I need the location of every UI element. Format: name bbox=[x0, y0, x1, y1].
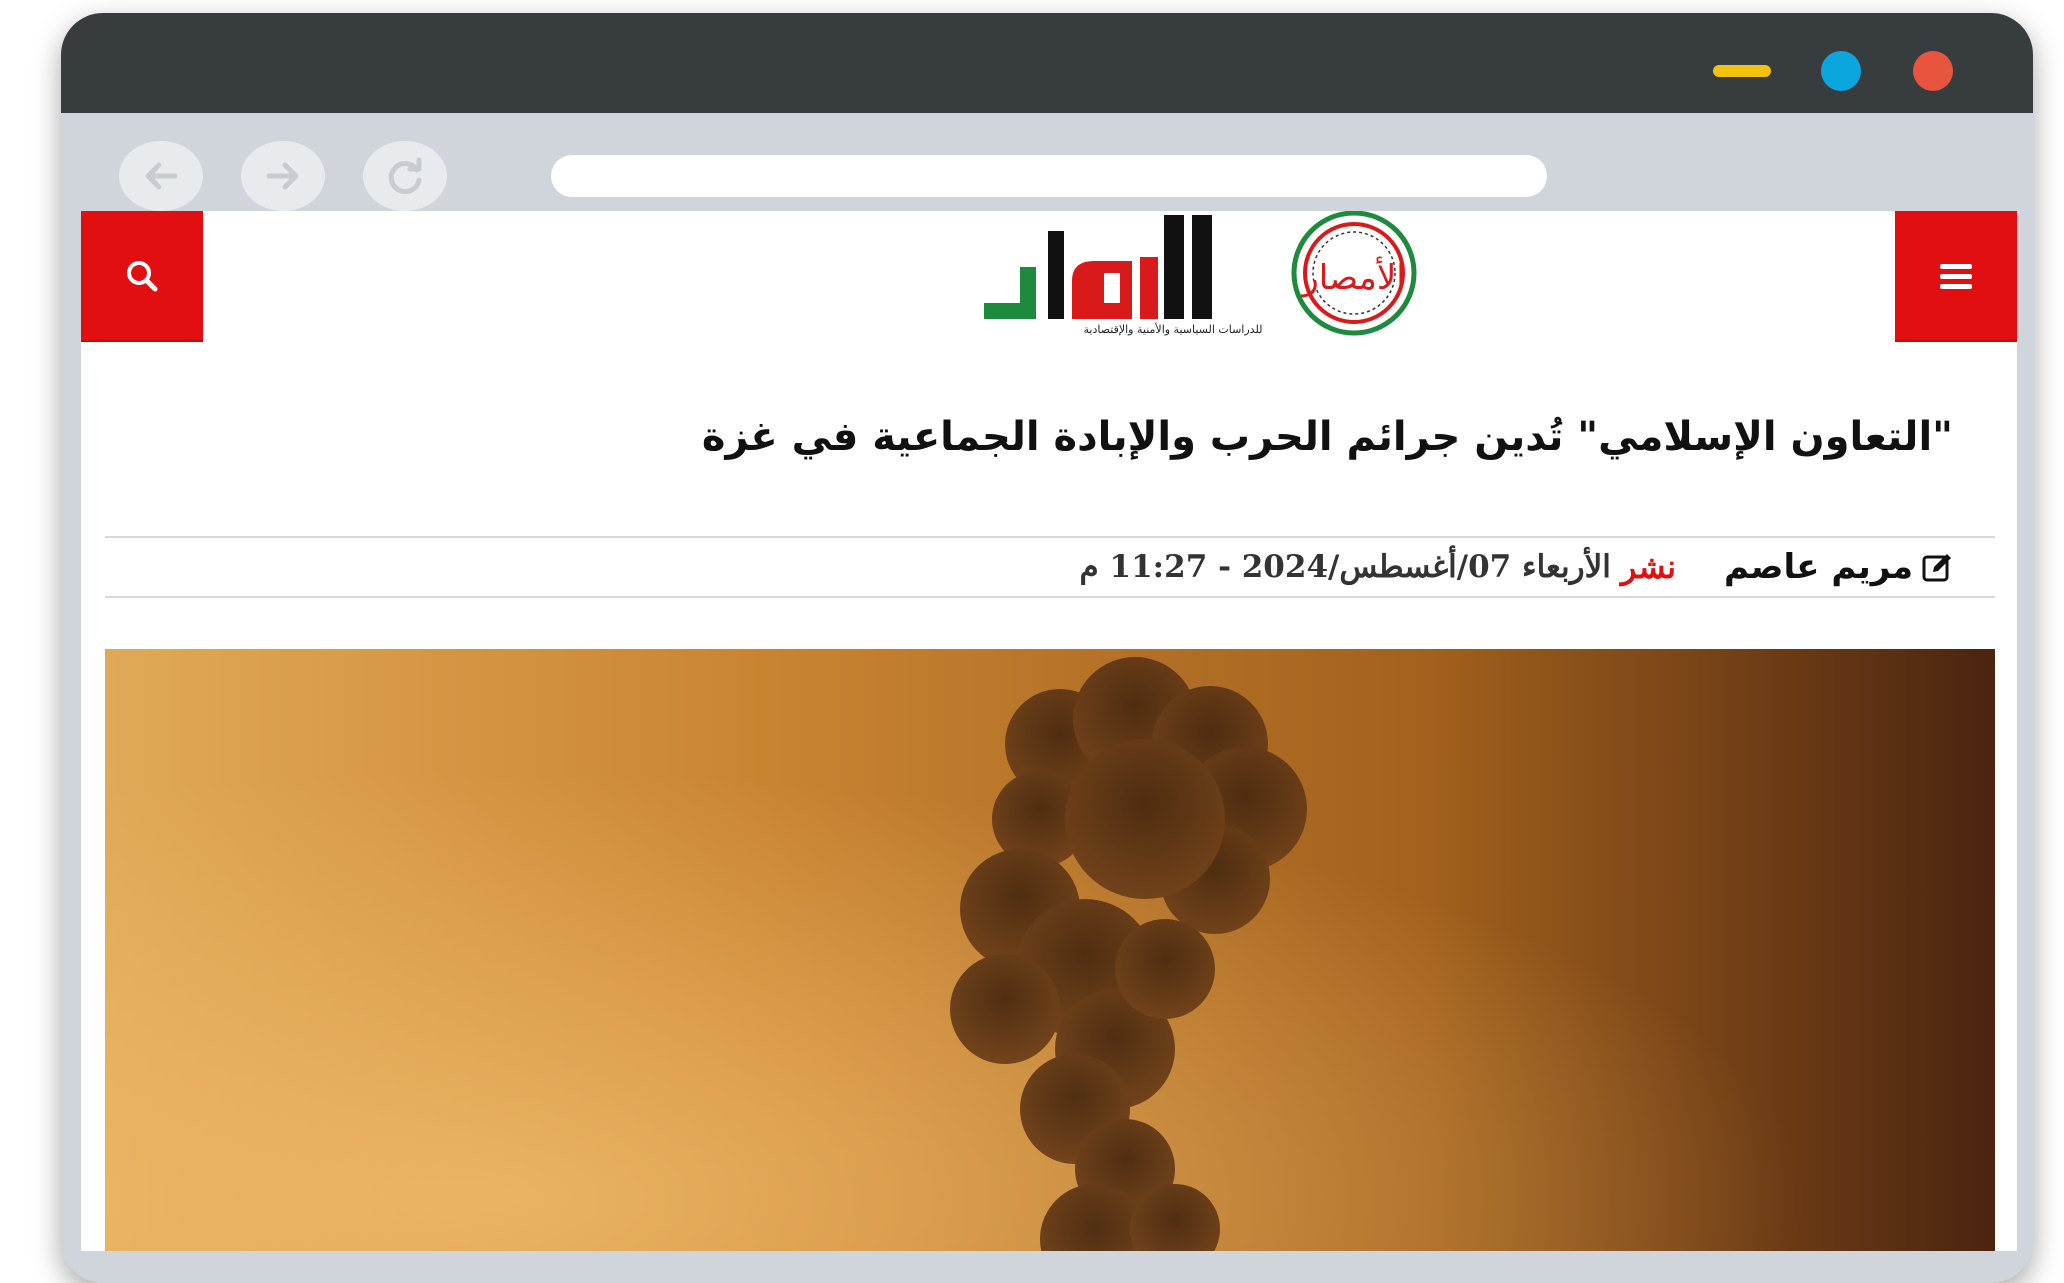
back-button[interactable] bbox=[119, 141, 203, 211]
hamburger-menu-icon bbox=[1940, 263, 1972, 289]
minimize-button[interactable] bbox=[1713, 65, 1771, 77]
logo-tagline: للدراسات السياسية والأمنية والإقتصادية bbox=[1083, 323, 1263, 336]
published-date: الأربعاء 07/أغسطس/2024 - 11:27 م bbox=[1079, 549, 1611, 585]
smoke-plume-image bbox=[105, 649, 1995, 1251]
author-link[interactable]: مريم عاصم bbox=[1724, 547, 1955, 587]
published-label: نشر bbox=[1620, 548, 1677, 586]
reload-button[interactable] bbox=[363, 141, 447, 211]
menu-button[interactable] bbox=[1895, 211, 2017, 342]
article-hero-image[interactable] bbox=[105, 649, 1995, 1251]
arrow-right-icon bbox=[266, 162, 299, 190]
window-titlebar bbox=[61, 13, 2033, 113]
site-header: الأمصار للدراسات السياسية والأمنية والإق… bbox=[81, 211, 2017, 342]
logo-wordmark: الأمصار bbox=[984, 211, 1417, 336]
logo-emblem-text: الأمصار bbox=[1300, 256, 1405, 298]
article-meta: مريم عاصم نشر الأربعاء 07/أغسطس/2024 - 1… bbox=[105, 536, 1995, 598]
article-title: "التعاون الإسلامي" تُدين جرائم الحرب وال… bbox=[701, 414, 1953, 460]
author-name: مريم عاصم bbox=[1724, 547, 1913, 587]
forward-button[interactable] bbox=[241, 141, 325, 211]
edit-icon bbox=[1921, 550, 1955, 584]
reload-icon bbox=[388, 157, 422, 195]
browser-toolbar bbox=[61, 113, 2033, 223]
arrow-left-icon bbox=[145, 162, 178, 190]
search-icon bbox=[127, 260, 158, 291]
web-page: الأمصار للدراسات السياسية والأمنية والإق… bbox=[81, 211, 2017, 1251]
address-bar[interactable] bbox=[551, 155, 1547, 197]
maximize-button[interactable] bbox=[1821, 51, 1861, 91]
close-button[interactable] bbox=[1913, 51, 1953, 91]
search-button[interactable] bbox=[81, 211, 203, 342]
site-logo[interactable]: الأمصار للدراسات السياسية والأمنية والإق… bbox=[976, 211, 1436, 341]
